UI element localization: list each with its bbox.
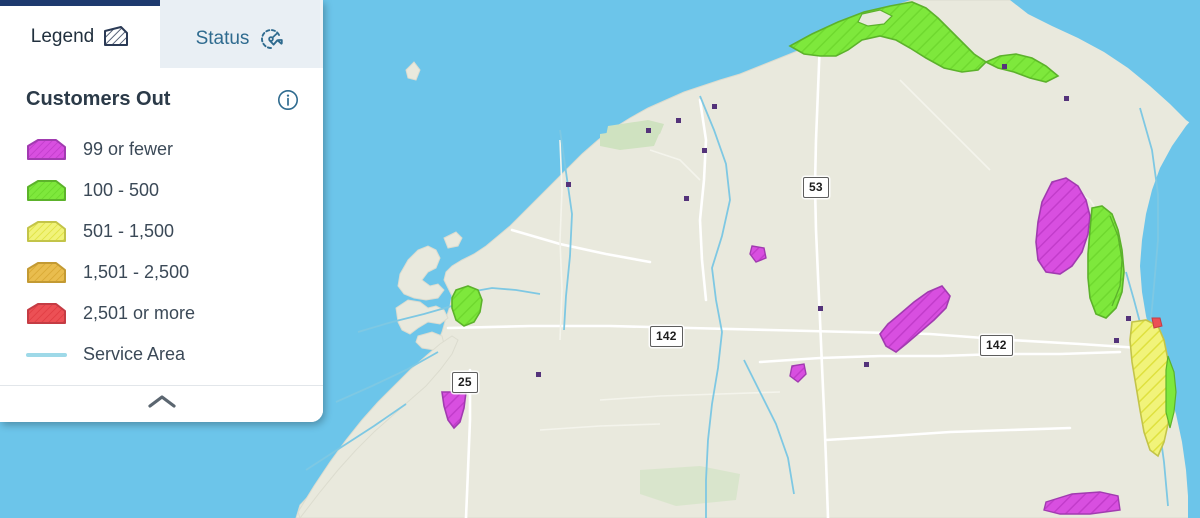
- tab-legend-label: Legend: [30, 26, 95, 47]
- chevron-up-icon: [147, 393, 177, 415]
- legend-item-label: 100 - 500: [83, 180, 160, 200]
- legend-swatch: [26, 220, 67, 243]
- highway-shield: 142: [980, 335, 1013, 356]
- legend-item-2501-or-more[interactable]: 2,501 or more: [26, 293, 323, 334]
- legend-swatch: [26, 179, 67, 202]
- legend-swatch: [26, 302, 67, 325]
- tab-legend[interactable]: Legend: [0, 0, 160, 68]
- highway-shield: 142: [650, 326, 683, 347]
- tab-status[interactable]: Status: [160, 0, 320, 68]
- outage-southeast-red-tip[interactable]: [1151, 317, 1163, 329]
- highway-shield: 53: [803, 177, 829, 198]
- legend-item-label: 1,501 - 2,500: [83, 262, 190, 282]
- legend-item-service-area[interactable]: Service Area: [26, 334, 323, 375]
- legend-header: Customers Out: [0, 88, 323, 111]
- legend-item-label: 501 - 1,500: [83, 221, 175, 241]
- gauge-icon: [258, 27, 284, 51]
- legend-item-label: Service Area: [83, 344, 186, 364]
- legend-line-swatch: [26, 343, 67, 366]
- hatched-polygon-icon: [103, 25, 129, 49]
- legend-items: 99 or fewer 100 - 500 501 - 1,500 1,501 …: [0, 129, 323, 375]
- highway-shield: 25: [452, 372, 478, 393]
- legend-item-100-500[interactable]: 100 - 500: [26, 170, 323, 211]
- legend-swatch: [26, 138, 67, 161]
- tab-status-label: Status: [195, 28, 250, 49]
- legend-item-label: 2,501 or more: [83, 303, 196, 323]
- legend-panel: Legend Status Customers Out 99 or fewer …: [0, 0, 323, 422]
- legend-swatch: [26, 261, 67, 284]
- legend-item-label: 99 or fewer: [83, 139, 174, 159]
- info-icon[interactable]: [277, 89, 299, 111]
- panel-tabs: Legend Status: [0, 0, 323, 68]
- legend-item-1501-2500[interactable]: 1,501 - 2,500: [26, 252, 323, 293]
- legend-content: Customers Out 99 or fewer 100 - 500 501 …: [0, 68, 323, 422]
- legend-item-501-1500[interactable]: 501 - 1,500: [26, 211, 323, 252]
- legend-item-99-or-fewer[interactable]: 99 or fewer: [26, 129, 323, 170]
- collapse-panel-button[interactable]: [0, 385, 323, 422]
- page-title: Customers Out: [26, 88, 171, 110]
